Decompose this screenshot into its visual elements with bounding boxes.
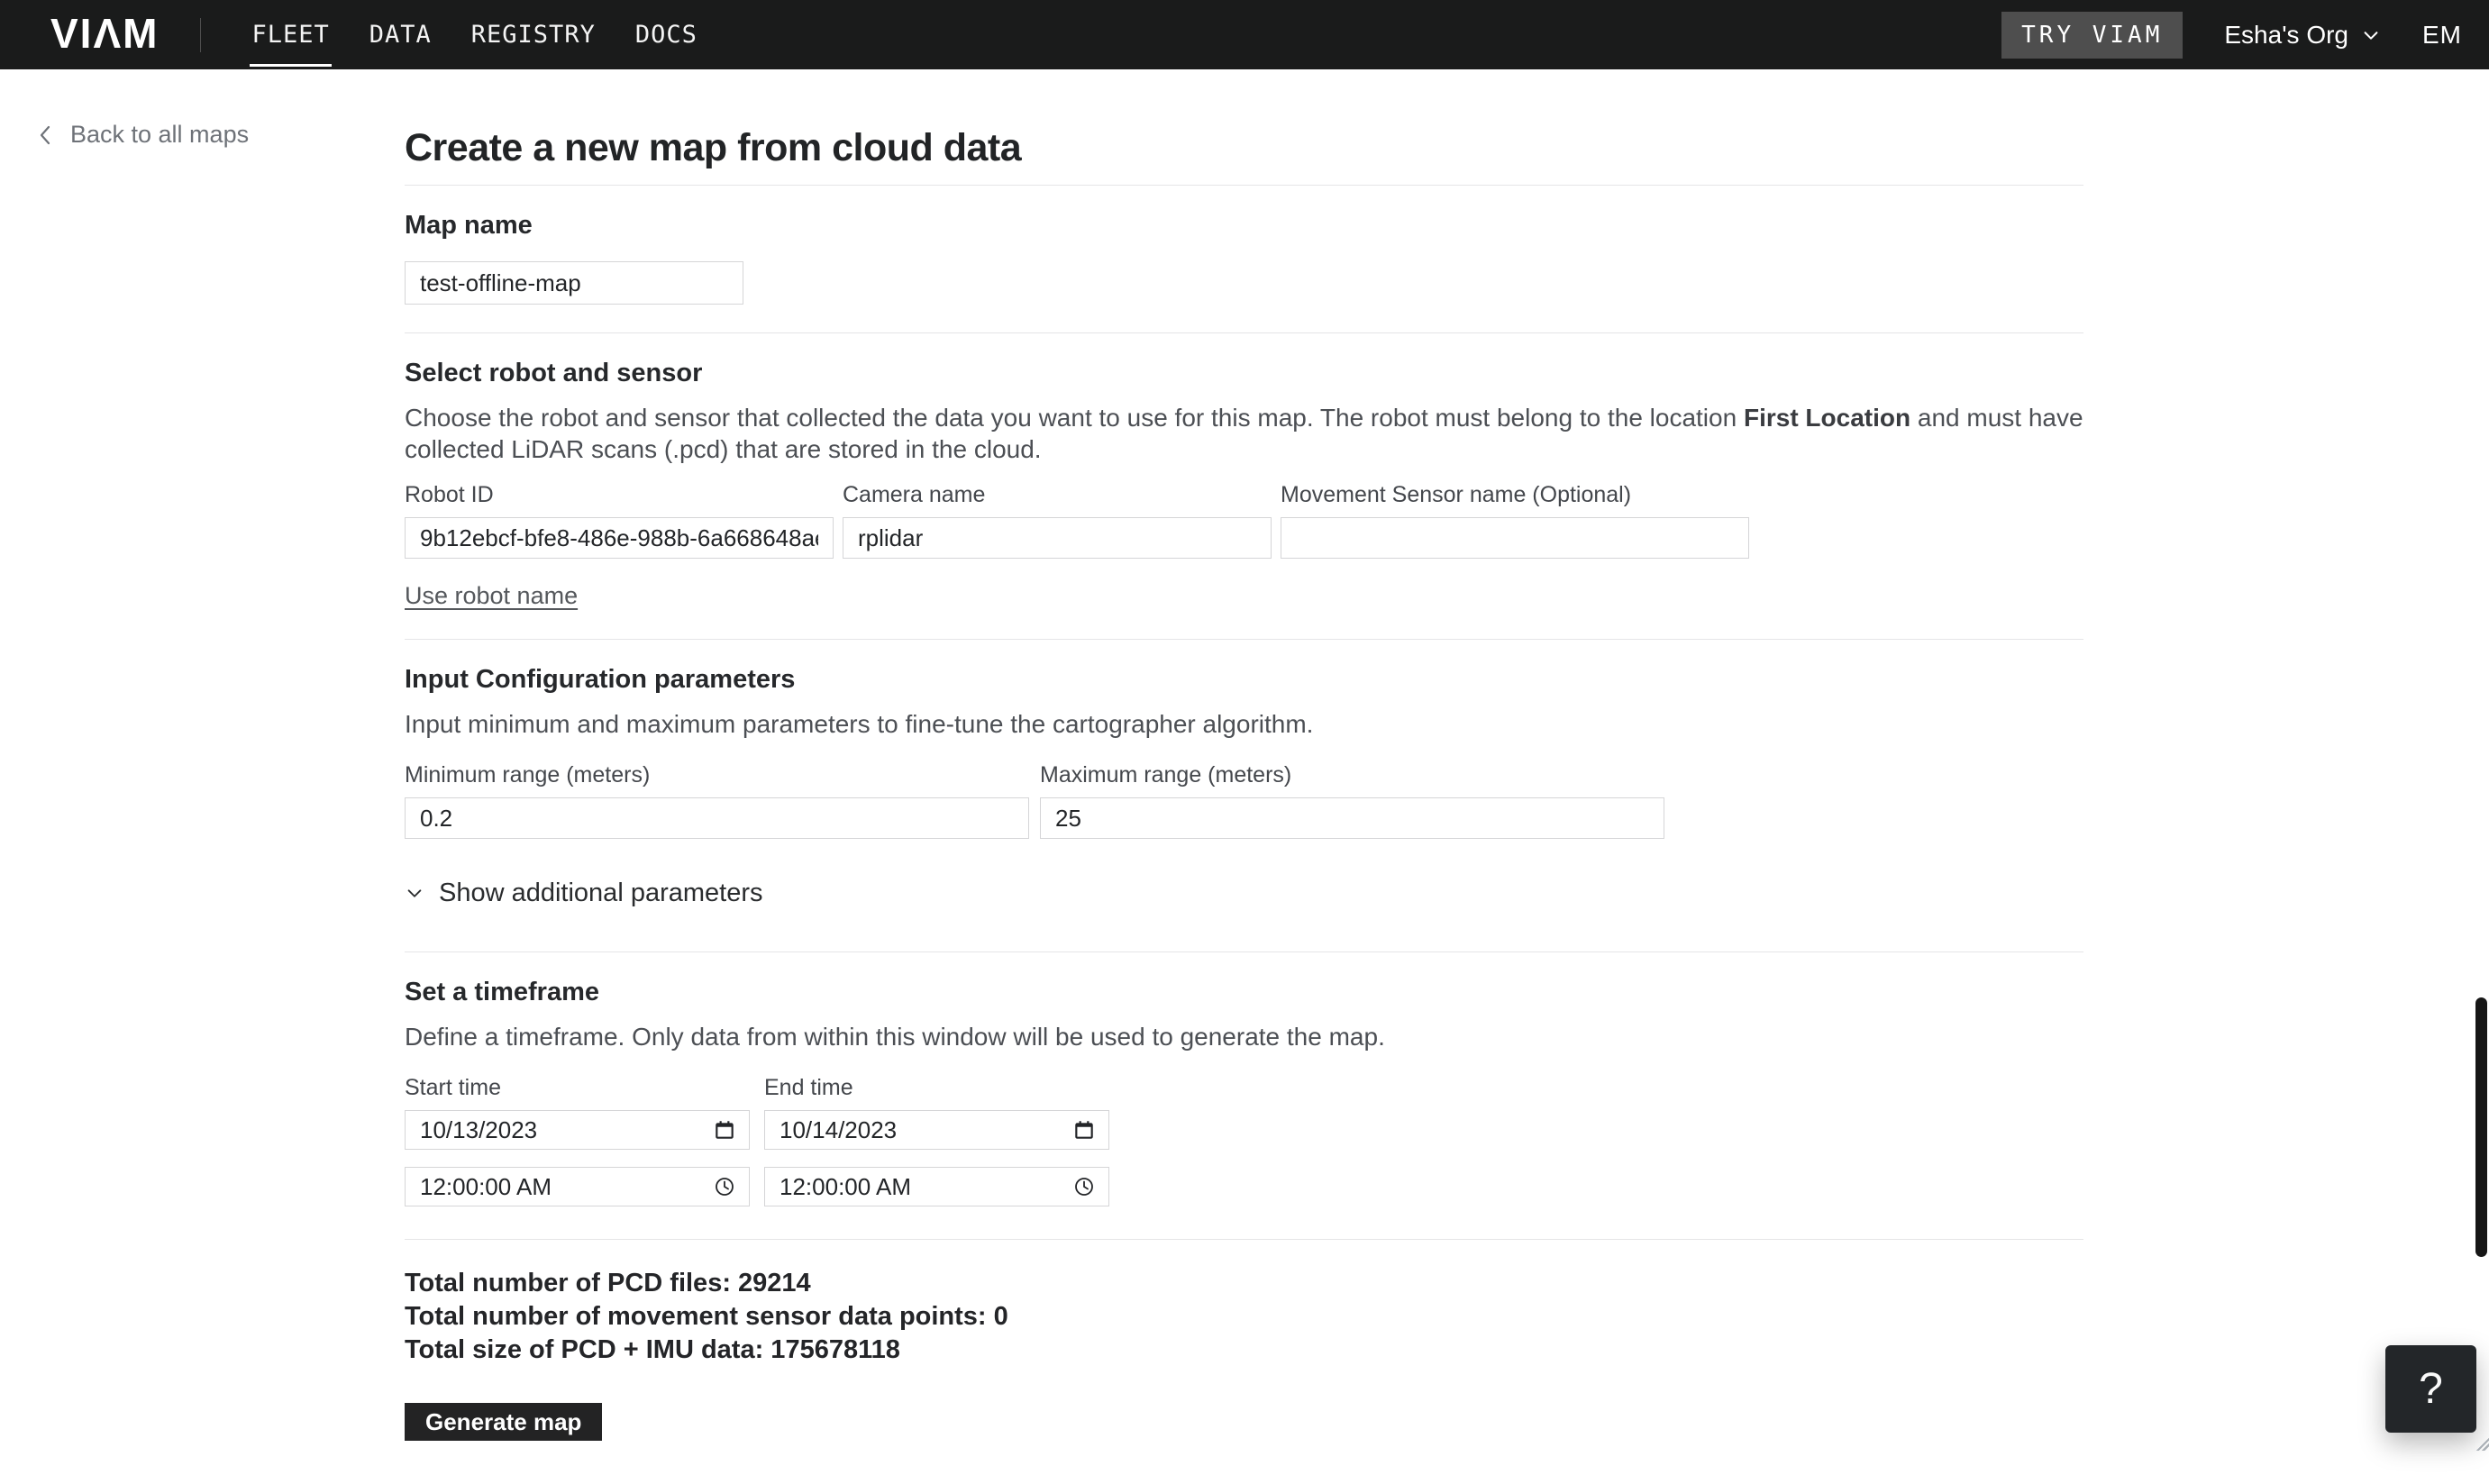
movement-sensor-field: Movement Sensor name (Optional) [1281, 481, 1749, 559]
config-params-heading: Input Configuration parameters [405, 665, 796, 694]
camera-name-field: Camera name [843, 481, 1272, 559]
end-date-field [764, 1110, 1109, 1150]
end-time-input[interactable] [764, 1167, 1109, 1206]
movement-sensor-input[interactable] [1281, 517, 1749, 559]
robot-fields-row: Robot ID Camera name Movement Sensor nam… [405, 481, 2083, 559]
resize-grip-icon [2475, 1436, 2489, 1451]
org-name: Esha's Org [2224, 20, 2348, 49]
org-switcher[interactable]: Esha's Org [2224, 21, 2381, 50]
back-link-label: Back to all maps [70, 121, 250, 148]
max-range-label: Maximum range (meters) [1040, 762, 1292, 788]
map-name-input[interactable] [405, 261, 743, 305]
main-content: Create a new map from cloud data Map nam… [405, 125, 2083, 1484]
top-navbar: VIΛM FLEET DATA REGISTRY DOCS TRY VIAM E… [0, 0, 2489, 69]
totals-summary: Total number of PCD files: 29214 Total n… [405, 1267, 2083, 1367]
robot-sensor-section: Select robot and sensor Choose the robot… [405, 357, 2083, 610]
navbar-divider [200, 17, 202, 52]
start-date-input[interactable] [405, 1110, 750, 1150]
timeframe-description: Define a timeframe. Only data from withi… [405, 1023, 1385, 1051]
config-params-description: Input minimum and maximum parameters to … [405, 710, 1314, 738]
back-to-maps-link[interactable]: Back to all maps [36, 121, 249, 149]
map-name-section: Map name [405, 209, 2083, 305]
scrollbar-thumb[interactable] [2475, 997, 2487, 1257]
total-pcd-files: Total number of PCD files: 29214 [405, 1269, 811, 1297]
divider [405, 1239, 2083, 1240]
use-robot-name-link[interactable]: Use robot name [405, 582, 578, 610]
time-grid: Start time End time [405, 1074, 2083, 1206]
movement-sensor-label: Movement Sensor name (Optional) [1281, 482, 1632, 507]
start-time-label: Start time [405, 1075, 501, 1100]
total-data-size: Total size of PCD + IMU data: 175678118 [405, 1335, 900, 1364]
generate-map-button[interactable]: Generate map [405, 1403, 603, 1441]
location-name: First Location [1743, 404, 1911, 432]
robot-id-field: Robot ID [405, 481, 834, 559]
divider [405, 332, 2083, 333]
camera-name-label: Camera name [843, 482, 986, 507]
map-name-heading: Map name [405, 211, 533, 240]
total-movement-points: Total number of movement sensor data poi… [405, 1302, 1008, 1331]
clock-icon[interactable] [1071, 1174, 1097, 1199]
robot-sensor-description: Choose the robot and sensor that collect… [405, 404, 2083, 463]
nav-item-registry[interactable]: REGISTRY [471, 23, 596, 47]
end-date-input[interactable] [764, 1110, 1109, 1150]
timeframe-heading: Set a timeframe [405, 978, 599, 1006]
primary-nav: FLEET DATA REGISTRY DOCS [250, 23, 697, 67]
page-title: Create a new map from cloud data [405, 126, 1022, 169]
show-additional-parameters-toggle[interactable]: Show additional parameters [405, 879, 2083, 908]
navbar-right: TRY VIAM Esha's Org EM [2001, 11, 2462, 59]
max-range-input[interactable] [1040, 797, 1664, 839]
nav-item-fleet[interactable]: FLEET [250, 23, 333, 67]
divider [405, 951, 2083, 952]
config-params-section: Input Configuration parameters Input min… [405, 663, 2083, 908]
chevron-down-icon [407, 888, 422, 897]
end-time-label: End time [764, 1075, 853, 1100]
nav-item-data[interactable]: DATA [369, 23, 432, 47]
divider [405, 639, 2083, 640]
start-time-column: Start time [405, 1074, 750, 1206]
min-range-field: Minimum range (meters) [405, 761, 1029, 839]
calendar-icon[interactable] [1071, 1117, 1097, 1143]
start-date-field [405, 1110, 750, 1150]
nav-item-docs[interactable]: DOCS [635, 23, 697, 47]
user-menu[interactable]: EM [2422, 21, 2462, 50]
clock-icon[interactable] [712, 1174, 737, 1199]
min-range-input[interactable] [405, 797, 1029, 839]
help-button[interactable]: ? [2385, 1345, 2476, 1433]
end-time-field [764, 1167, 1109, 1206]
chevron-down-icon [2364, 31, 2378, 40]
min-range-label: Minimum range (meters) [405, 762, 651, 788]
end-time-column: End time [764, 1074, 1109, 1206]
calendar-icon[interactable] [712, 1117, 737, 1143]
start-time-field [405, 1167, 750, 1206]
divider [405, 185, 2083, 186]
camera-name-input[interactable] [843, 517, 1272, 559]
range-row: Minimum range (meters) Maximum range (me… [405, 761, 2083, 839]
viam-logo[interactable]: VIΛM [50, 13, 159, 54]
try-viam-button[interactable]: TRY VIAM [2001, 11, 2184, 59]
robot-id-input[interactable] [405, 517, 834, 559]
timeframe-section: Set a timeframe Define a timeframe. Only… [405, 976, 2083, 1206]
chevron-left-icon [40, 125, 50, 144]
show-additional-label: Show additional parameters [439, 879, 763, 907]
max-range-field: Maximum range (meters) [1040, 761, 1664, 839]
start-time-input[interactable] [405, 1167, 750, 1206]
robot-id-label: Robot ID [405, 482, 494, 507]
robot-sensor-heading: Select robot and sensor [405, 359, 703, 387]
